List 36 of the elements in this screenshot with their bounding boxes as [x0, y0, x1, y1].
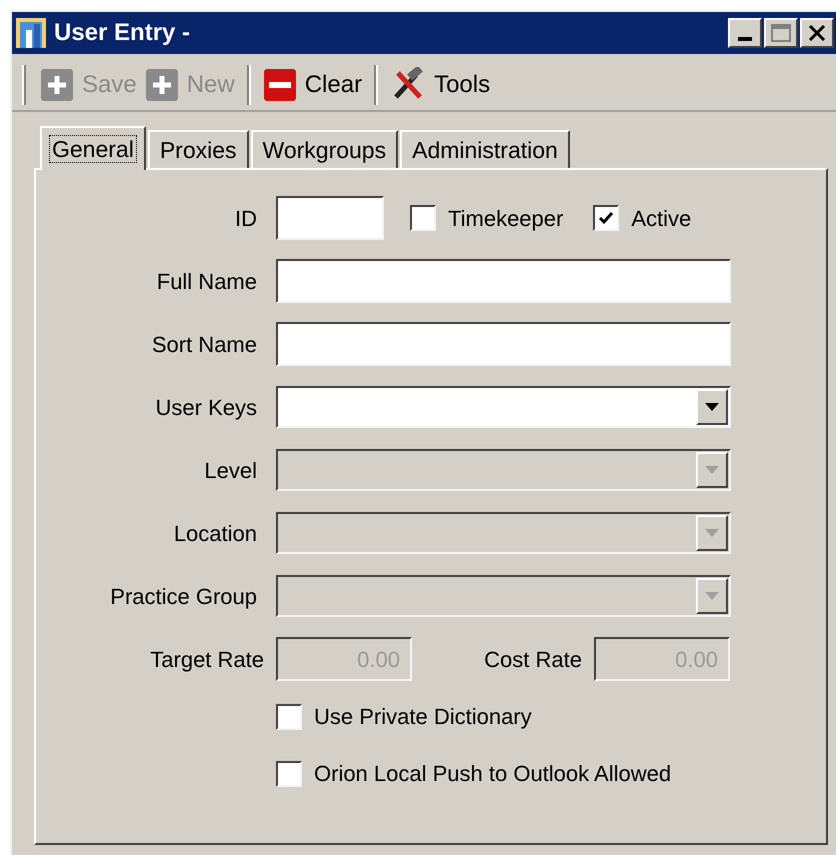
text-field[interactable]	[276, 259, 731, 303]
minimize-button[interactable]	[728, 18, 762, 48]
plus-icon	[40, 68, 74, 102]
maximize-icon	[771, 24, 791, 42]
field-label: Location	[172, 520, 257, 548]
field-label: Cost Rate	[483, 646, 582, 674]
minimize-icon	[738, 37, 752, 41]
toolbar-button[interactable]: Tools	[386, 63, 494, 107]
field-label: ID	[234, 204, 257, 232]
tab[interactable]: Workgroups	[250, 130, 398, 168]
tab[interactable]: Administration	[400, 130, 570, 168]
field-label: Target Rate	[149, 646, 264, 674]
field-label: Practice Group	[109, 582, 257, 611]
checkbox[interactable]: Orion Local Push to Outlook Allowed	[276, 757, 826, 790]
checkbox[interactable]: Timekeeper	[410, 202, 564, 234]
close-button[interactable]	[800, 18, 834, 48]
minus-icon	[262, 68, 297, 102]
plus-icon	[144, 68, 179, 102]
window-title: User Entry -	[54, 18, 192, 48]
maximize-button[interactable]	[764, 18, 798, 48]
app-icon	[14, 16, 48, 50]
tab[interactable]: General	[40, 126, 146, 170]
id-field[interactable]	[276, 196, 384, 240]
close-icon	[808, 25, 826, 41]
field-label: Full Name	[156, 268, 257, 296]
field-label: Level	[203, 456, 257, 484]
toolbar-button[interactable]: Clear	[258, 63, 366, 107]
check-icon	[598, 211, 614, 225]
field-label: Sort Name	[150, 330, 257, 358]
dropdown-field[interactable]	[276, 386, 731, 428]
toolbar-grip	[22, 65, 26, 105]
checkbox[interactable]: Use Private Dictionary	[276, 700, 826, 733]
checkbox[interactable]: Active	[593, 202, 692, 234]
tab[interactable]: Proxies	[148, 130, 249, 168]
field-label: User Keys	[154, 394, 257, 422]
text-field[interactable]	[276, 322, 731, 366]
